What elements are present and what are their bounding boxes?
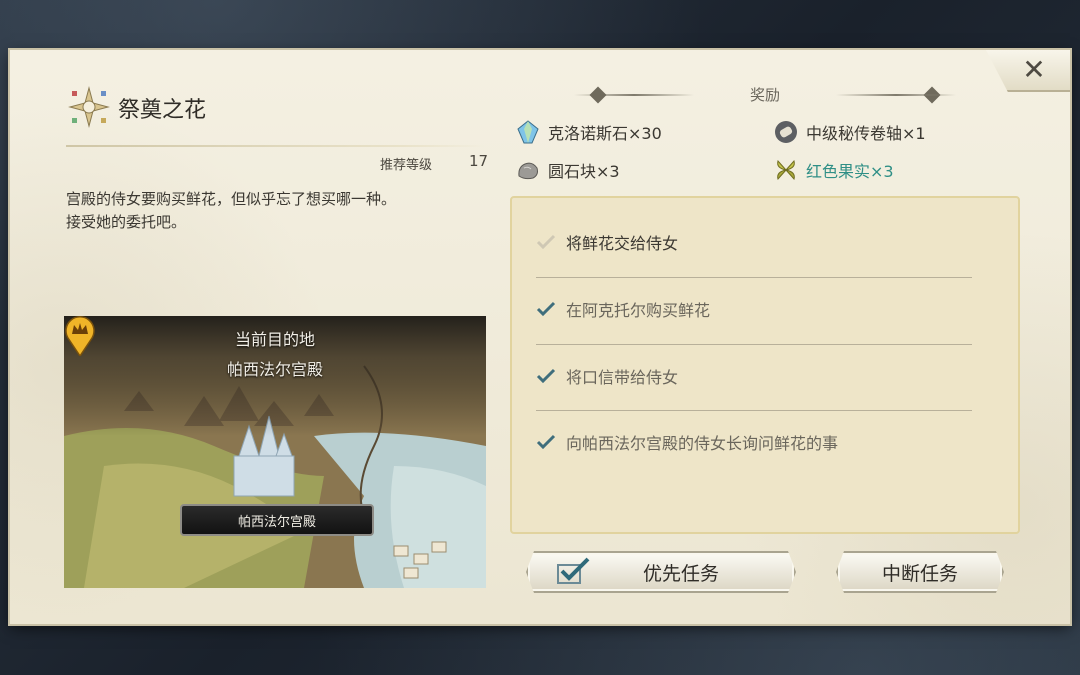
objective-text: 向帕西法尔宫殿的侍女长询问鲜花的事 — [566, 434, 839, 453]
quest-description: 宫殿的侍女要购买鲜花，但似乎忘了想买哪一种。 接受她的委托吧。 — [66, 188, 486, 234]
quest-dialog: ✕ 祭奠之花 推荐等级 17 宫殿的侍女要购买鲜花，但似乎忘了想买哪一种。 接受… — [10, 50, 1070, 624]
close-icon: ✕ — [1022, 52, 1046, 86]
reward-item[interactable]: 中级秘传卷轴×1 — [774, 120, 926, 144]
reward-label: 中级秘传卷轴×1 — [806, 124, 926, 143]
objective-text: 将口信带给侍女 — [566, 368, 679, 387]
current-destination-name: 帕西法尔宫殿 — [226, 360, 323, 379]
check-icon — [536, 368, 556, 384]
objective-text: 将鲜花交给侍女 — [566, 234, 679, 253]
title-divider — [66, 145, 486, 147]
abort-quest-button[interactable]: 中断任务 — [836, 551, 1004, 593]
fruit-icon — [777, 159, 795, 181]
description-line: 宫殿的侍女要购买鲜花，但似乎忘了想买哪一种。 — [66, 190, 397, 208]
map-location-label[interactable]: 帕西法尔宫殿 — [180, 504, 374, 536]
stone-icon — [518, 162, 538, 180]
reward-item[interactable]: 克洛诺斯石×30 — [516, 120, 662, 144]
current-destination-label: 当前目的地 — [234, 330, 315, 349]
quest-emblem-icon — [68, 86, 110, 128]
description-line: 接受她的委托吧。 — [66, 213, 187, 231]
reward-label: 红色果实×3 — [806, 162, 894, 181]
crown-marker-icon[interactable] — [64, 316, 96, 356]
priority-quest-button[interactable]: 优先任务 — [526, 551, 796, 593]
close-button[interactable]: ✕ — [1012, 52, 1056, 86]
objective-item: 在阿克托尔购买鲜花 — [536, 297, 710, 321]
objective-item: 向帕西法尔宫殿的侍女长询问鲜花的事 — [536, 430, 838, 454]
reward-label: 圆石块×3 — [548, 162, 620, 181]
abort-quest-label: 中断任务 — [881, 562, 958, 585]
objectives-panel: 将鲜花交给侍女 在阿克托尔购买鲜花 将口信带给侍女 向帕西法尔宫殿的侍女长询问鲜… — [510, 196, 1020, 534]
check-icon — [536, 301, 556, 317]
rewards-header: 奖励 — [570, 84, 960, 106]
objective-item: 将鲜花交给侍女 — [536, 230, 678, 254]
objective-divider — [536, 410, 972, 411]
objective-divider — [536, 344, 972, 345]
reward-label: 克洛诺斯石×30 — [548, 124, 662, 143]
quest-title: 祭奠之花 — [118, 98, 207, 123]
scroll-icon — [775, 121, 797, 143]
objective-text: 在阿克托尔购买鲜花 — [566, 301, 711, 320]
objective-divider — [536, 277, 972, 278]
check-icon — [536, 434, 556, 450]
reward-item[interactable]: 红色果实×3 — [774, 158, 894, 182]
checkbox-icon — [556, 557, 590, 585]
recommended-level-label: 推荐等级 — [380, 158, 433, 173]
gem-icon — [517, 120, 539, 144]
reward-item[interactable]: 圆石块×3 — [516, 158, 620, 182]
priority-quest-label: 优先任务 — [642, 562, 719, 585]
objective-item: 将口信带给侍女 — [536, 364, 678, 388]
recommended-level-value: 17 — [469, 152, 489, 170]
check-icon — [536, 234, 556, 250]
header-ornament-right — [836, 94, 956, 96]
destination-map[interactable]: 当前目的地 帕西法尔宫殿 帕西法尔宫殿 — [64, 316, 486, 588]
